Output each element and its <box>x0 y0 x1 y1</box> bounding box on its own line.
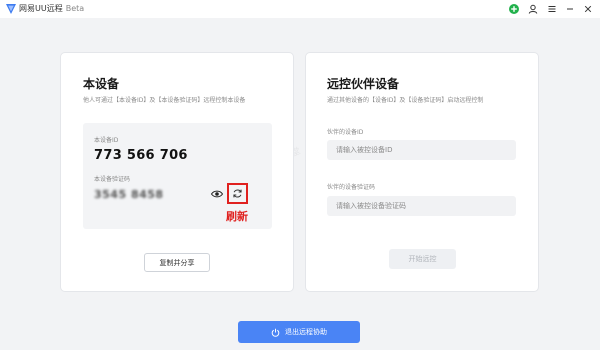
exit-remote-assist-button[interactable]: 退出远程协助 <box>238 321 360 343</box>
local-device-card: 本设备 他人可通过【本设备ID】及【本设备验证码】远程控制本设备 本设备ID 7… <box>60 52 294 292</box>
eye-icon[interactable] <box>211 189 223 199</box>
local-device-title: 本设备 <box>83 77 120 91</box>
menu-icon[interactable] <box>545 2 559 16</box>
title-bar: 网易UU远程 Beta <box>0 0 600 18</box>
plus-circle-icon[interactable] <box>507 2 521 16</box>
device-code-label: 本设备验证码 <box>94 176 131 183</box>
partner-device-title: 远控伙伴设备 <box>327 77 400 91</box>
uu-logo-icon <box>6 4 16 14</box>
refresh-button[interactable] <box>227 183 248 204</box>
copy-share-button[interactable]: 复制并分享 <box>144 253 210 272</box>
app-title-text: 网易UU远程 <box>19 4 63 13</box>
refresh-annotation: 刷新 <box>226 210 248 223</box>
device-code-value: 3545 8458 <box>94 188 164 201</box>
partner-code-input[interactable] <box>327 196 516 216</box>
partner-id-label: 伙伴的设备ID <box>327 129 364 136</box>
start-remote-button[interactable]: 开始远控 <box>389 249 456 269</box>
partner-code-label: 伙伴的设备验证码 <box>327 184 376 191</box>
device-info-panel: 本设备ID 773 566 706 本设备验证码 3545 8458 刷新 <box>83 123 272 229</box>
beta-label: Beta <box>65 4 85 13</box>
partner-device-subtitle: 通过其他设备的【设备ID】及【设备验证码】启动远程控制 <box>327 97 484 104</box>
refresh-icon <box>233 189 242 198</box>
partner-id-input[interactable] <box>327 140 516 160</box>
power-icon <box>271 328 280 337</box>
user-icon[interactable] <box>526 2 540 16</box>
app-title: 网易UU远程 Beta <box>19 3 84 14</box>
partner-device-card: 远控伙伴设备 通过其他设备的【设备ID】及【设备验证码】启动远程控制 伙伴的设备… <box>305 52 539 292</box>
close-icon[interactable] <box>581 2 595 16</box>
exit-remote-assist-label: 退出远程协助 <box>285 328 327 336</box>
local-device-subtitle: 他人可通过【本设备ID】及【本设备验证码】远程控制本设备 <box>83 97 246 104</box>
minimize-icon[interactable] <box>563 2 577 16</box>
device-id-value: 773 566 706 <box>94 148 188 163</box>
device-id-label: 本设备ID <box>94 137 119 144</box>
